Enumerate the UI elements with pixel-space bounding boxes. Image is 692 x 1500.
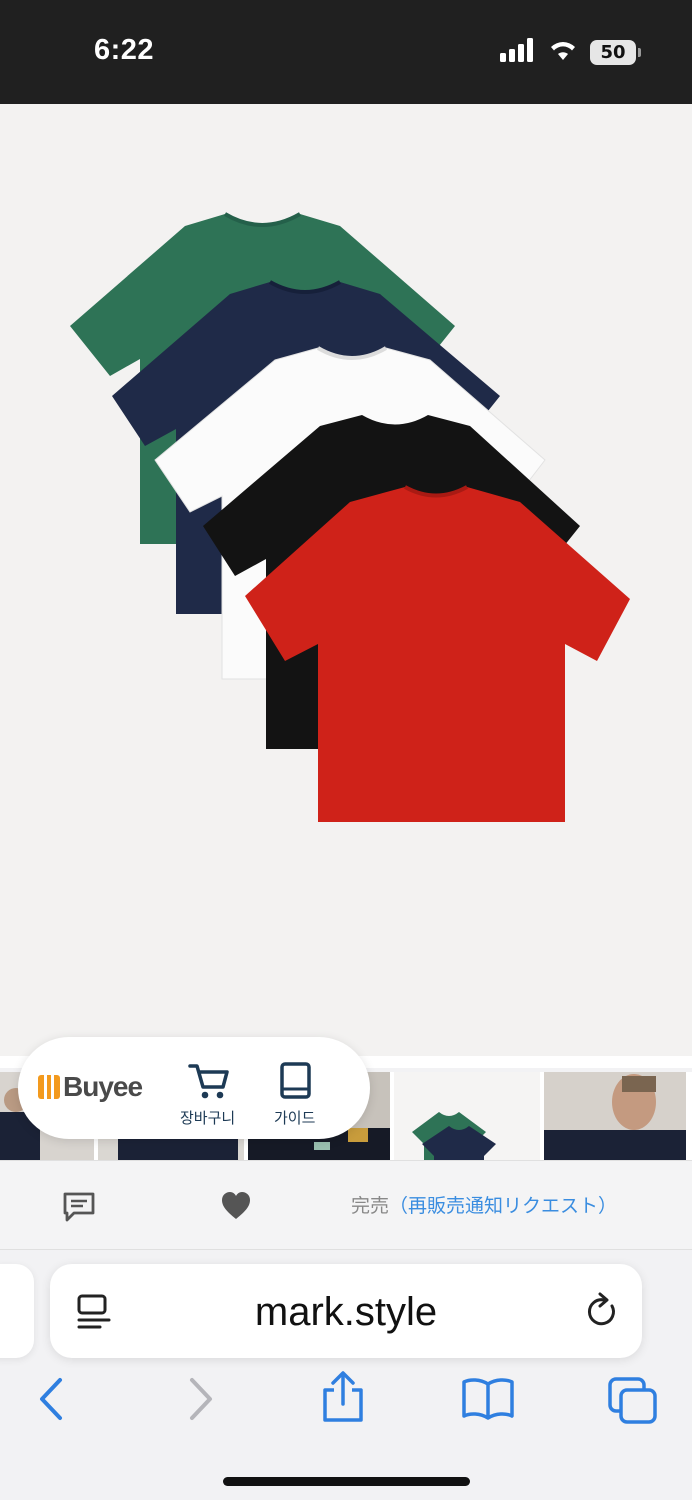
- status-time: 6:22: [94, 34, 155, 66]
- guide-button[interactable]: 가이드: [274, 1061, 315, 1128]
- guide-label: 가이드: [274, 1109, 316, 1127]
- address-bar[interactable]: mark.style: [50, 1264, 642, 1358]
- sold-out-text: 完売: [351, 1195, 390, 1217]
- product-action-bar: 完売（再販売通知リクエスト）: [0, 1160, 692, 1250]
- wifi-icon: [548, 38, 578, 67]
- status-bar: 6:22 50: [0, 0, 692, 104]
- cart-button[interactable]: 장바구니: [180, 1061, 235, 1128]
- product-image[interactable]: [0, 104, 692, 1056]
- heart-icon[interactable]: [220, 1191, 252, 1226]
- browser-toolbar: mark.style: [0, 1250, 692, 1500]
- thumbnail-4[interactable]: [394, 1072, 540, 1160]
- buyee-logo-icon: [38, 1075, 60, 1099]
- book-icon: [275, 1061, 315, 1105]
- buyee-logo-text: Buyee: [63, 1071, 143, 1102]
- back-arrow-icon[interactable]: [34, 1376, 68, 1427]
- share-icon[interactable]: [320, 1370, 366, 1429]
- home-indicator: [223, 1477, 470, 1486]
- tshirt-stack-illustration: [70, 212, 630, 822]
- tabs-icon[interactable]: [606, 1376, 660, 1431]
- previous-tab-card[interactable]: [0, 1264, 34, 1358]
- cellular-signal-icon: [500, 38, 536, 67]
- forward-arrow-icon[interactable]: [184, 1376, 218, 1427]
- bookmarks-icon[interactable]: [460, 1376, 516, 1427]
- comment-icon[interactable]: [62, 1191, 96, 1228]
- sold-out-status: 完売（再販売通知リクエスト）: [351, 1191, 617, 1218]
- reload-icon[interactable]: [584, 1292, 620, 1335]
- screen: 6:22 50 Buyee 장바구니 가이드 完売（再販売通知リクエスト） ma…: [0, 0, 692, 1500]
- url-text: mark.style: [254, 1290, 438, 1334]
- buyee-logo[interactable]: Buyee: [38, 1071, 143, 1103]
- battery-level: 50: [600, 42, 626, 63]
- status-icons: 50: [500, 38, 641, 67]
- restock-request-link[interactable]: （再販売通知リクエスト）: [389, 1195, 617, 1217]
- cart-icon: [186, 1061, 230, 1105]
- browser-nav-row: [0, 1371, 692, 1436]
- thumbnail-5[interactable]: [544, 1072, 686, 1160]
- battery-icon: 50: [590, 40, 641, 65]
- buyee-widget: Buyee 장바구니 가이드: [18, 1037, 370, 1139]
- cart-label: 장바구니: [180, 1109, 236, 1127]
